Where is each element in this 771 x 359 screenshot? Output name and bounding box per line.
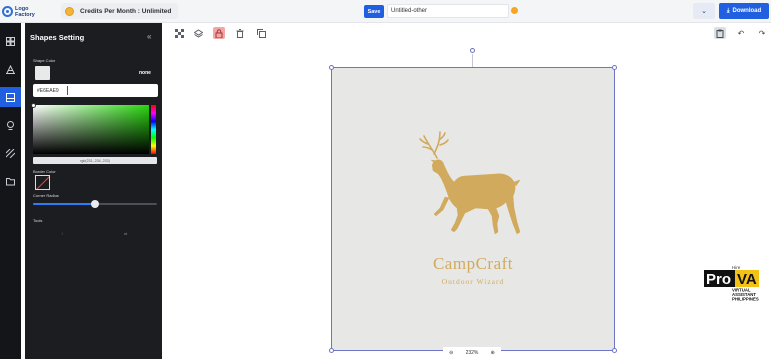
rail-item-folder[interactable]: [0, 171, 21, 191]
text-cursor-icon: [67, 86, 72, 95]
shape-color-swatch[interactable]: [35, 66, 50, 80]
editor-app: Logo Factory Credits Per Month : Unlimit…: [0, 0, 771, 359]
logo-text: Logo Factory: [15, 6, 35, 18]
collapse-panel-icon[interactable]: «: [147, 32, 151, 41]
unsaved-indicator-icon: [511, 7, 518, 14]
top-bar: Logo Factory Credits Per Month : Unlimit…: [0, 0, 771, 23]
resize-handle-top-left[interactable]: [329, 65, 334, 70]
prova-watermark-logo: Hire Pro VA VIRTUAL ASSISTANT PHILIPPINE…: [703, 264, 760, 303]
credits-pill: Credits Per Month : Unlimited: [61, 3, 178, 19]
save-button[interactable]: Save: [364, 5, 384, 18]
flip-horizontal-icon[interactable]: ⇄: [124, 231, 127, 236]
watermark-tag-3: PHILIPPINES: [732, 297, 759, 302]
color-picker-handle[interactable]: [31, 103, 36, 108]
chevron-down-icon: ⌄: [701, 8, 707, 15]
rotation-guide: [472, 54, 473, 68]
undo-button[interactable]: ↶: [735, 27, 747, 39]
document-name-input[interactable]: Untitled-other: [387, 4, 509, 18]
rail-item-icons[interactable]: [0, 115, 21, 135]
coin-icon: [65, 6, 74, 16]
hue-slider[interactable]: [151, 105, 156, 154]
checkerboard-icon: [174, 28, 184, 38]
download-icon: ⤓: [726, 7, 730, 14]
border-color-label: Border Color: [33, 169, 56, 174]
icons-icon: [7, 120, 14, 130]
watermark-pro: Pro: [706, 271, 731, 288]
canvas-toolbar: ↶ ↷: [162, 24, 771, 42]
folder-icon: [6, 177, 15, 185]
text-icon: [6, 64, 15, 74]
resize-handle-bottom-left[interactable]: [329, 348, 334, 353]
corner-radius-thumb[interactable]: [91, 200, 99, 208]
shape-color-label: Shape Color: [33, 58, 56, 63]
resize-handle-bottom-right[interactable]: [612, 348, 617, 353]
pattern-icon: [6, 148, 15, 158]
clipboard-button[interactable]: [714, 27, 726, 39]
shapes-icon: [6, 92, 15, 102]
watermark-small: Hire: [732, 265, 741, 270]
rail-item-shapes[interactable]: [0, 87, 21, 107]
redo-button[interactable]: ↷: [756, 27, 768, 39]
hex-color-input[interactable]: #E6EAE9: [33, 84, 158, 97]
deer-icon[interactable]: [416, 128, 528, 248]
download-button[interactable]: ⤓ Download: [719, 3, 769, 19]
zoom-in-icon[interactable]: ⊕: [491, 350, 495, 356]
layers-icon: [193, 28, 203, 38]
rail-item-templates[interactable]: [0, 31, 21, 51]
layers-button[interactable]: [192, 27, 204, 39]
delete-button[interactable]: [234, 27, 246, 39]
credits-label: Credits Per Month : Unlimited: [80, 7, 172, 15]
panel-title: Shapes Setting: [30, 33, 85, 42]
lock-icon: [215, 28, 223, 38]
prova-logo-icon: Hire Pro VA VIRTUAL ASSISTANT PHILIPPINE…: [704, 265, 759, 302]
color-picker-area[interactable]: [33, 105, 149, 154]
download-options-button[interactable]: ⌄: [693, 3, 715, 19]
rail-item-pattern[interactable]: [0, 143, 21, 163]
border-color-swatch[interactable]: [35, 175, 50, 190]
zoom-out-icon[interactable]: ⊖: [449, 350, 453, 356]
watermark-va: VA: [737, 271, 757, 288]
corner-radius-fill: [33, 203, 95, 205]
resize-handle-top-right[interactable]: [612, 65, 617, 70]
rotate-handle[interactable]: [470, 48, 475, 53]
app-logo[interactable]: Logo Factory: [2, 3, 35, 20]
corner-radius-label: Corner Radius: [33, 193, 59, 198]
zoom-controls: ⊖ 232% ⊕: [443, 347, 501, 359]
slogan-text[interactable]: Outdoor Wizard: [331, 277, 615, 286]
trash-icon: [236, 28, 244, 38]
download-label: Download: [732, 8, 762, 14]
rgb-value-field[interactable]: rgb(231, 234, 233): [33, 157, 157, 164]
templates-icon: [6, 36, 15, 46]
icon-rail: [0, 23, 21, 359]
rail-item-text[interactable]: [0, 59, 21, 79]
duplicate-button[interactable]: [255, 27, 267, 39]
clipboard-icon: [716, 29, 724, 38]
logo-line-2: Factory: [15, 11, 35, 18]
zoom-level: 232%: [465, 350, 479, 356]
transparency-button[interactable]: [173, 27, 185, 39]
lock-button[interactable]: [213, 27, 225, 39]
brand-name-text[interactable]: CampCraft: [331, 254, 615, 274]
redo-icon: ↷: [758, 28, 766, 38]
tools-label: Tools: [33, 218, 43, 223]
undo-icon: ↶: [737, 28, 745, 38]
flip-vertical-icon[interactable]: ↕: [61, 231, 63, 236]
copy-icon: [256, 28, 266, 38]
shape-color-value: none: [139, 70, 151, 76]
logo-mark-icon: [2, 6, 13, 17]
